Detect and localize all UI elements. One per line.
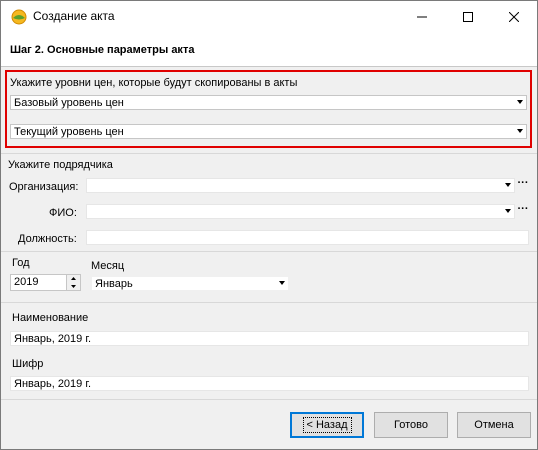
done-button[interactable]: Готово — [374, 412, 448, 438]
close-icon — [509, 11, 519, 22]
base-price-level-value: Базовый уровень цен — [14, 97, 124, 109]
contractor-label: Укажите подрядчика — [8, 159, 113, 171]
create-act-dialog: Создание акта Шаг 2. Основные параметры … — [0, 0, 538, 450]
code-value: Январь, 2019 г. — [14, 378, 92, 390]
year-input[interactable]: 2019 — [10, 274, 67, 291]
maximize-icon — [463, 11, 473, 22]
ellipsis-icon: ··· — [517, 203, 529, 215]
current-price-level-select[interactable]: Текущий уровень цен — [10, 124, 527, 139]
dropdown-arrow-icon — [279, 281, 285, 285]
dropdown-arrow-icon — [505, 209, 511, 213]
month-value: Январь — [95, 278, 133, 290]
back-button[interactable]: < Назад — [290, 412, 364, 438]
minimize-button[interactable] — [399, 1, 445, 32]
fio-label: ФИО: — [49, 207, 77, 219]
spin-up-icon[interactable] — [67, 275, 80, 282]
dropdown-arrow-icon — [505, 183, 511, 187]
base-price-level-select[interactable]: Базовый уровень цен — [10, 95, 527, 110]
position-label: Должность: — [18, 233, 77, 245]
app-icon — [11, 9, 27, 25]
year-label: Год — [12, 257, 30, 269]
price-levels-label: Укажите уровни цен, которые будут скопир… — [10, 77, 298, 89]
code-label: Шифр — [12, 358, 44, 370]
ellipsis-icon: ··· — [517, 177, 529, 189]
window-title: Создание акта — [33, 9, 115, 23]
separator — [1, 302, 537, 303]
wizard-header: Шаг 2. Основные параметры акта — [1, 32, 537, 67]
current-price-level-value: Текущий уровень цен — [14, 126, 124, 138]
title-bar: Создание акта — [1, 1, 537, 32]
year-spinner[interactable] — [66, 274, 81, 291]
close-button[interactable] — [491, 1, 537, 32]
step-title: Шаг 2. Основные параметры акта — [10, 44, 195, 56]
spin-down-icon[interactable] — [67, 283, 80, 290]
name-value: Январь, 2019 г. — [14, 333, 92, 345]
footer-separator — [1, 399, 537, 400]
year-value: 2019 — [14, 276, 39, 288]
maximize-button[interactable] — [445, 1, 491, 32]
code-input[interactable]: Январь, 2019 г. — [10, 376, 529, 391]
organization-label: Организация: — [9, 181, 79, 193]
separator — [1, 251, 537, 252]
month-select[interactable]: Январь — [91, 276, 289, 291]
fio-select[interactable] — [86, 204, 515, 219]
cancel-button[interactable]: Отмена — [457, 412, 531, 438]
organization-browse-button[interactable]: ··· — [516, 177, 530, 191]
separator — [1, 153, 537, 154]
month-label: Месяц — [91, 260, 125, 272]
minimize-icon — [417, 16, 427, 17]
dropdown-arrow-icon — [517, 129, 523, 133]
done-button-label: Готово — [394, 419, 428, 431]
organization-select[interactable] — [86, 178, 515, 193]
dropdown-arrow-icon — [517, 100, 523, 104]
name-input[interactable]: Январь, 2019 г. — [10, 331, 529, 346]
name-label: Наименование — [12, 312, 89, 324]
cancel-button-label: Отмена — [474, 419, 514, 431]
position-input[interactable] — [86, 230, 529, 245]
fio-browse-button[interactable]: ··· — [516, 203, 530, 217]
back-button-label: < Назад — [302, 417, 352, 433]
